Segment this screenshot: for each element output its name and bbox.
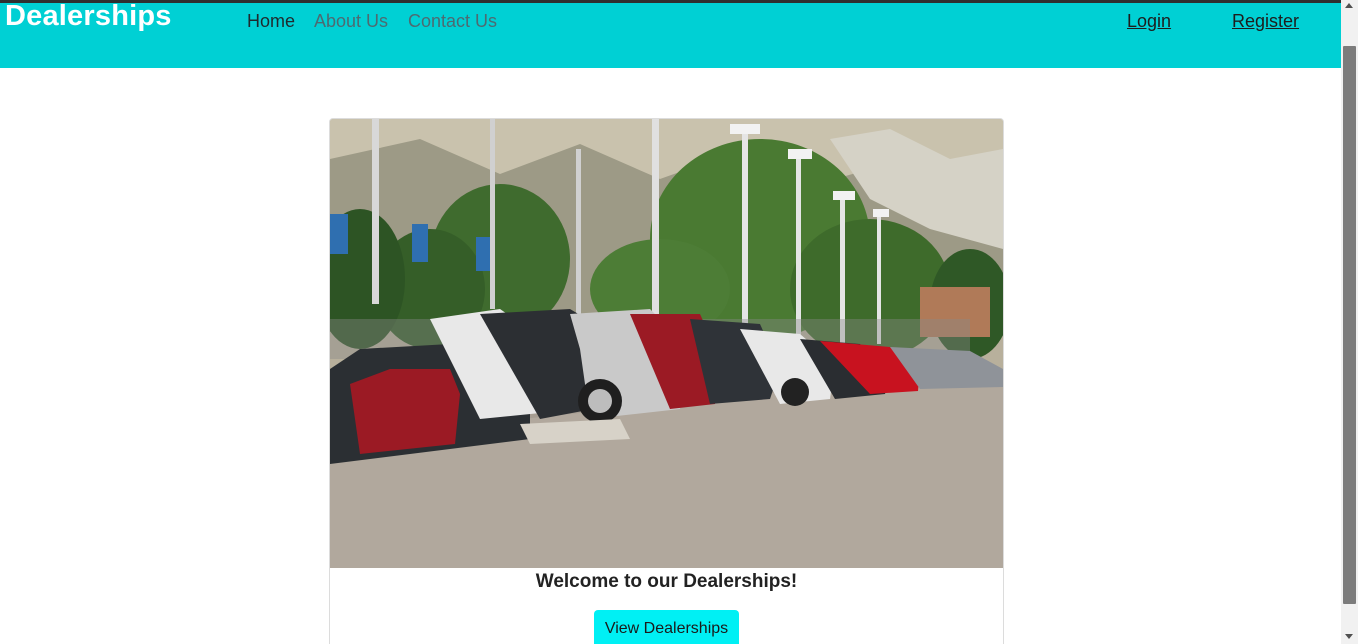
scroll-up-arrow-icon[interactable] xyxy=(1345,3,1353,8)
brand-title[interactable]: Dealerships xyxy=(5,0,172,33)
car-lot-image xyxy=(330,119,1003,568)
navbar: Dealerships Home About Us Contact Us Log… xyxy=(0,0,1341,68)
register-link[interactable]: Register xyxy=(1232,11,1299,32)
nav-link-home[interactable]: Home xyxy=(247,11,295,32)
view-dealerships-button[interactable]: View Dealerships xyxy=(594,610,739,644)
welcome-text: Welcome to our Dealerships! xyxy=(535,571,798,592)
nav-link-contact-us[interactable]: Contact Us xyxy=(408,11,497,32)
scrollbar-thumb[interactable] xyxy=(1343,46,1356,604)
nav-link-about-us[interactable]: About Us xyxy=(314,11,388,32)
login-link[interactable]: Login xyxy=(1127,11,1171,32)
page: Dealerships Home About Us Contact Us Log… xyxy=(0,0,1358,644)
vertical-scrollbar[interactable] xyxy=(1341,0,1358,644)
scroll-down-arrow-icon[interactable] xyxy=(1345,634,1353,639)
welcome-card: Welcome to our Dealerships! View Dealers… xyxy=(329,118,1004,644)
